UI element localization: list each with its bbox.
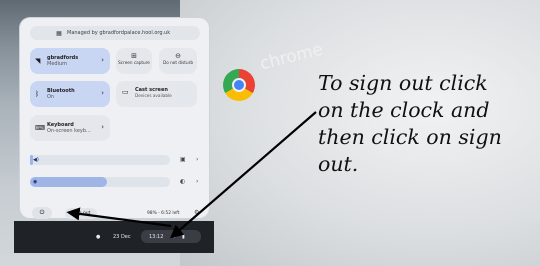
annotation-arrows — [66, 111, 317, 239]
arrow-to-clock — [170, 111, 317, 239]
arrow-to-sign-out — [66, 207, 172, 228]
